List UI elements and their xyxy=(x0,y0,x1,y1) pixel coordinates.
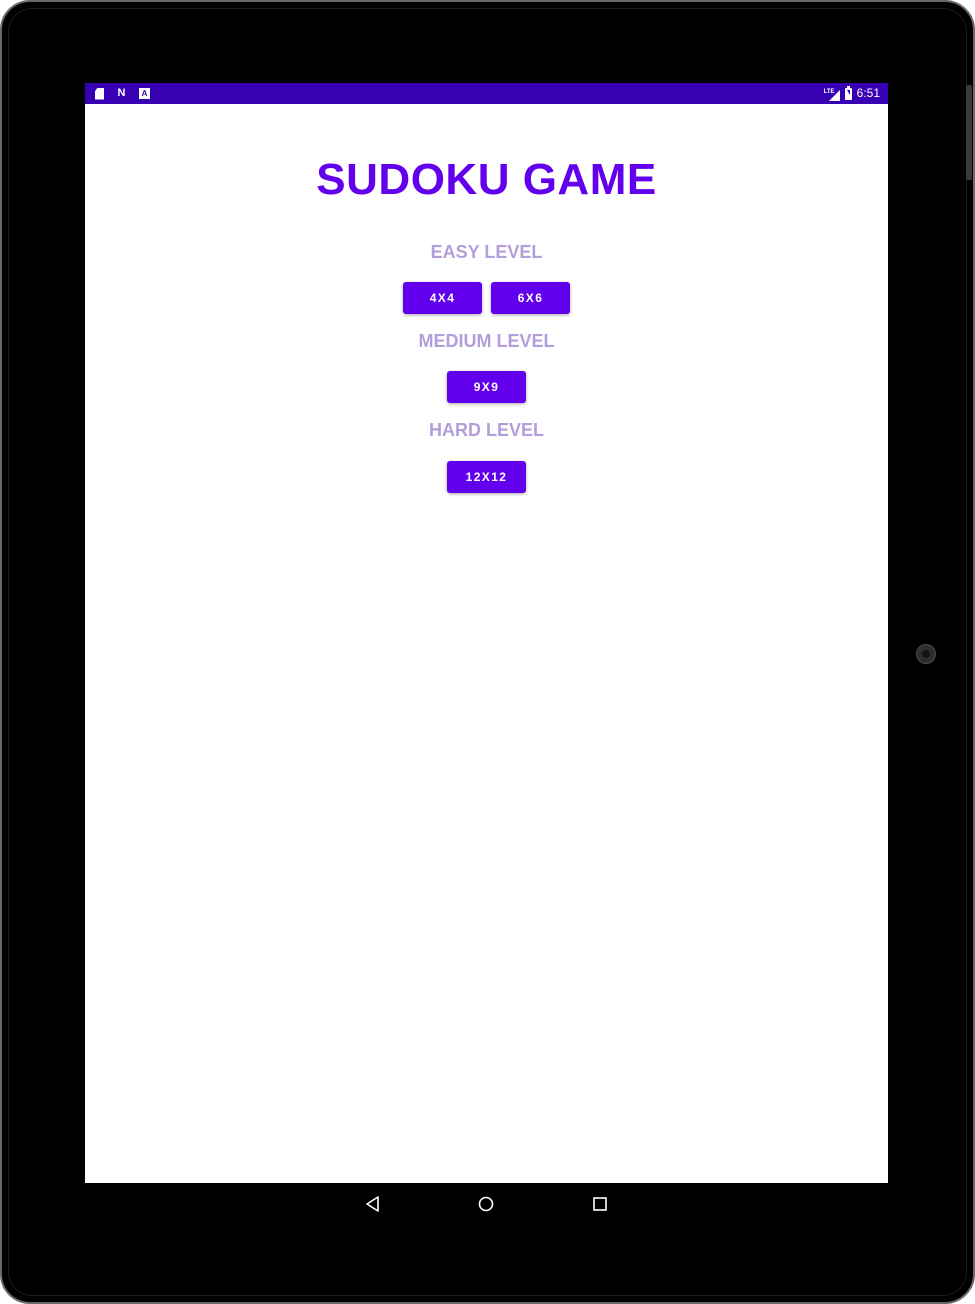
easy-level-label: EASY LEVEL xyxy=(430,242,543,262)
status-bar: N A LTE 6:51 xyxy=(85,83,888,104)
power-button xyxy=(966,85,972,180)
recent-apps-icon[interactable] xyxy=(593,1197,607,1211)
front-camera xyxy=(916,644,936,664)
lte-signal-icon: LTE xyxy=(824,87,840,101)
status-time: 6:51 xyxy=(856,86,880,100)
n-notification-icon: N xyxy=(117,87,126,99)
sd-card-icon xyxy=(95,87,104,100)
back-icon[interactable] xyxy=(365,1196,381,1212)
home-icon[interactable] xyxy=(478,1196,494,1212)
navigation-bar xyxy=(85,1183,888,1225)
hard-12x12-button[interactable]: 12X12 xyxy=(447,461,526,493)
hard-level-label: HARD LEVEL xyxy=(428,420,544,440)
notification-icons: N A xyxy=(95,86,150,100)
easy-6x6-button[interactable]: 6X6 xyxy=(491,282,570,314)
medium-level-label: MEDIUM LEVEL xyxy=(418,331,555,351)
a-notification-icon: A xyxy=(139,87,150,99)
app-screen: N A LTE 6:51 SUDOKU GAME EASY LEVEL 4X4 … xyxy=(85,83,888,1225)
signal-strength-icon xyxy=(828,89,840,101)
easy-4x4-button[interactable]: 4X4 xyxy=(403,282,482,314)
app-title: SUDOKU GAME xyxy=(316,155,657,204)
battery-charging-icon xyxy=(844,85,852,100)
system-status: LTE 6:51 xyxy=(824,85,880,101)
medium-9x9-button[interactable]: 9X9 xyxy=(447,371,526,403)
